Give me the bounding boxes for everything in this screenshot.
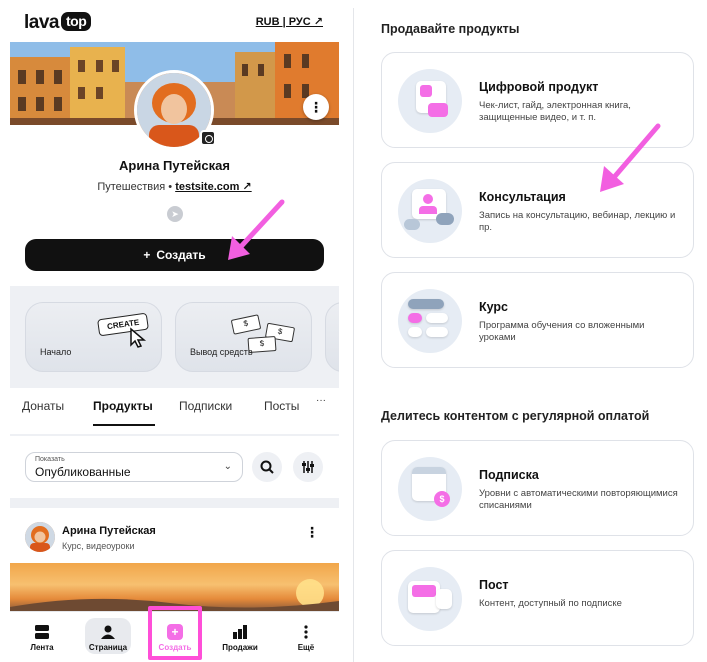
top-bar: lava top RUB | РУС ↗ [10, 0, 339, 42]
product-card-consultation[interactable]: Консультация Запись на консультацию, веб… [381, 162, 694, 258]
profile-category: Путешествия [97, 181, 166, 193]
currency-language-switch[interactable]: RUB | РУС ↗ [256, 15, 323, 28]
bottom-navigation: Лента Страница Создать + Продажи Ещё [10, 606, 339, 662]
product-description: Уровни с автоматическими повторяющимися … [479, 488, 678, 511]
create-highlight-box [148, 606, 202, 660]
more-icon [304, 625, 308, 639]
logo-main-text: lava [24, 12, 59, 33]
more-vertical-icon: ⋮ [309, 98, 323, 115]
filter-settings-button[interactable] [293, 452, 323, 482]
chat-bubble-icon [404, 219, 420, 230]
product-title: Курс [479, 300, 509, 314]
plus-icon: + [143, 248, 151, 262]
search-button[interactable] [252, 452, 282, 482]
lesson-item-icon [426, 313, 448, 323]
profile-name: Арина Путейская [119, 158, 230, 173]
subscription-illustration: $ [398, 457, 462, 521]
post-author-name[interactable]: Арина Путейская [62, 525, 156, 537]
tab-donations[interactable]: Донаты [22, 399, 64, 413]
telegram-icon[interactable]: ➤ [167, 206, 183, 222]
product-card-subscription[interactable]: $ Подписка Уровни с автоматическими повт… [381, 440, 694, 536]
money-icon: $ [230, 314, 262, 335]
tile-next-partial[interactable] [325, 302, 339, 372]
profile-phone-panel: lava top RUB | РУС ↗ ⋮ Арина Путейская П… [10, 0, 339, 662]
tabs-more-icon[interactable]: ··· [316, 395, 326, 406]
search-icon [260, 460, 274, 474]
product-card-course[interactable]: Курс Программа обучения со вложенными ур… [381, 272, 694, 368]
dollar-icon: $ [434, 491, 450, 507]
product-title: Цифровой продукт [479, 80, 599, 94]
product-description: Программа обучения со вложенными уроками [479, 320, 645, 343]
tile-withdraw[interactable]: $ $ $ Вывод средств [175, 302, 312, 372]
consultation-illustration [398, 179, 462, 243]
tab-products[interactable]: Продукты [93, 399, 153, 413]
post-header: Арина Путейская Курс, видеоуроки ⋮ [10, 510, 339, 562]
panel-divider [353, 8, 354, 662]
bar-chart-icon [233, 625, 247, 639]
post-author-photo [25, 522, 55, 552]
tab-subscriptions[interactable]: Подписки [179, 399, 232, 413]
video-icon [428, 103, 448, 117]
active-tab-indicator [93, 424, 155, 426]
profile-site-link[interactable]: testsite.com ↗ [175, 181, 251, 193]
course-illustration [398, 289, 462, 353]
person-icon [101, 625, 115, 639]
filter-value: Опубликованные [35, 465, 131, 479]
sell-section-title: Продавайте продукты [381, 22, 520, 36]
feed-icon [35, 625, 49, 639]
product-card-post[interactable]: Пост Контент, доступный по подписке [381, 550, 694, 646]
post-illustration [398, 567, 462, 631]
sliders-icon [302, 461, 314, 473]
logo-badge: top [60, 12, 92, 31]
product-title: Подписка [479, 468, 539, 482]
cover-menu-button[interactable]: ⋮ [303, 94, 329, 120]
video-icon [408, 313, 422, 323]
product-title: Пост [479, 578, 509, 592]
nav-feed[interactable]: Лента [12, 612, 72, 660]
lava-top-logo[interactable]: lava top [24, 12, 92, 34]
lesson-item-icon [426, 327, 448, 337]
lesson-item-icon [408, 327, 422, 337]
product-card-digital[interactable]: Цифровой продукт Чек-лист, гайд, электро… [381, 52, 694, 148]
share-section-title: Делитесь контентом с регулярной оплатой [381, 409, 650, 423]
create-button[interactable]: + Создать [25, 239, 324, 271]
section-separator [10, 498, 339, 508]
nav-sales-label: Продажи [222, 643, 258, 652]
chat-bubble-icon [436, 213, 454, 225]
digital-product-illustration [398, 69, 462, 133]
lesson-bar-icon [408, 299, 444, 309]
lock-icon [436, 589, 452, 609]
post-menu-icon[interactable]: ⋮ [305, 524, 319, 541]
instagram-icon[interactable] [200, 130, 216, 146]
post-meta: Курс, видеоуроки [62, 541, 135, 551]
tile-start-label: Начало [40, 347, 72, 357]
post-author-avatar[interactable] [25, 522, 55, 552]
product-title: Консультация [479, 190, 566, 204]
cursor-icon [130, 327, 147, 348]
create-button-label: Создать [156, 248, 206, 262]
nav-more-label: Ещё [297, 643, 315, 652]
nav-feed-label: Лента [30, 643, 54, 652]
post-cover-image[interactable] [10, 563, 339, 611]
tab-posts[interactable]: Посты [264, 399, 299, 413]
filter-caption: Показать [35, 456, 65, 463]
chevron-down-icon: ⌄ [223, 461, 232, 472]
nav-sales[interactable]: Продажи [210, 612, 270, 660]
publish-filter-select[interactable]: Показать Опубликованные ⌄ [25, 452, 243, 482]
profile-subtitle: Путешествия • testsite.com ↗ [10, 180, 339, 193]
separator-dot: • [168, 181, 173, 193]
tile-withdraw-label: Вывод средств [190, 347, 253, 357]
product-description: Чек-лист, гайд, электронная книга, защищ… [479, 100, 631, 123]
nav-more[interactable]: Ещё [276, 612, 336, 660]
tile-start[interactable]: CREATE Начало [25, 302, 162, 372]
sunset-illustration [10, 579, 339, 611]
product-description: Запись на консультацию, вебинар, лекцию … [479, 210, 676, 233]
nav-page[interactable]: Страница [78, 612, 138, 660]
profile-tabs: Донаты Продукты Подписки Посты ··· [10, 388, 339, 434]
product-description: Контент, доступный по подписке [479, 598, 622, 609]
nav-page-label: Страница [88, 643, 128, 652]
